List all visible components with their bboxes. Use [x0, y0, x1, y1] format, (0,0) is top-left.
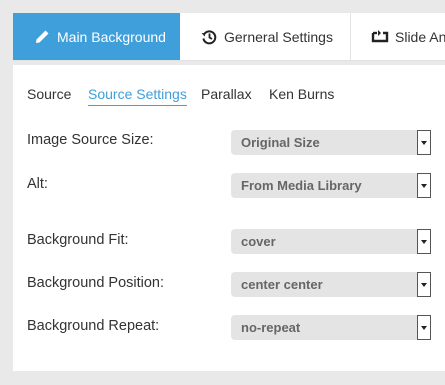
sub-tab-ken-burns[interactable]: Ken Burns: [269, 85, 334, 103]
settings-panel: Source Source Settings Parallax Ken Burn…: [13, 65, 445, 371]
tab-slide-animation-label: Slide Ani: [395, 28, 445, 45]
alt-select[interactable]: From Media Library: [231, 173, 431, 198]
alt-label: Alt:: [27, 176, 48, 192]
chevron-down-icon[interactable]: [417, 229, 431, 254]
background-fit-label: Background Fit:: [27, 232, 129, 248]
background-repeat-label: Background Repeat:: [27, 318, 160, 334]
image-source-size-select[interactable]: Original Size: [231, 130, 431, 155]
chevron-down-icon[interactable]: [417, 272, 431, 297]
tab-general-settings-label: Gerneral Settings: [224, 28, 333, 45]
history-icon: [200, 28, 218, 46]
transition-icon: [371, 28, 389, 46]
tab-general-settings[interactable]: Gerneral Settings: [180, 13, 351, 60]
sub-tab-parallax[interactable]: Parallax: [201, 85, 252, 103]
top-tab-bar: Main Background Gerneral Settings Slide …: [13, 13, 445, 61]
background-repeat-select[interactable]: no-repeat: [231, 315, 431, 340]
sub-tab-source-settings[interactable]: Source Settings: [88, 85, 187, 106]
background-repeat-value: no-repeat: [241, 320, 301, 335]
background-position-label: Background Position:: [27, 275, 165, 291]
pencil-icon: [33, 28, 51, 46]
chevron-down-icon[interactable]: [417, 315, 431, 340]
background-fit-value: cover: [241, 234, 276, 249]
alt-value: From Media Library: [241, 178, 362, 193]
chevron-down-icon[interactable]: [417, 173, 431, 198]
background-position-value: center center: [241, 277, 323, 292]
background-fit-select[interactable]: cover: [231, 229, 431, 254]
tab-slide-animation[interactable]: Slide Ani: [351, 13, 445, 60]
image-source-size-label: Image Source Size:: [27, 132, 154, 148]
tab-main-background-label: Main Background: [57, 28, 166, 45]
image-source-size-value: Original Size: [241, 135, 320, 150]
background-position-select[interactable]: center center: [231, 272, 431, 297]
chevron-down-icon[interactable]: [417, 130, 431, 155]
tab-main-background[interactable]: Main Background: [13, 13, 180, 60]
sub-tab-source[interactable]: Source: [27, 85, 71, 103]
